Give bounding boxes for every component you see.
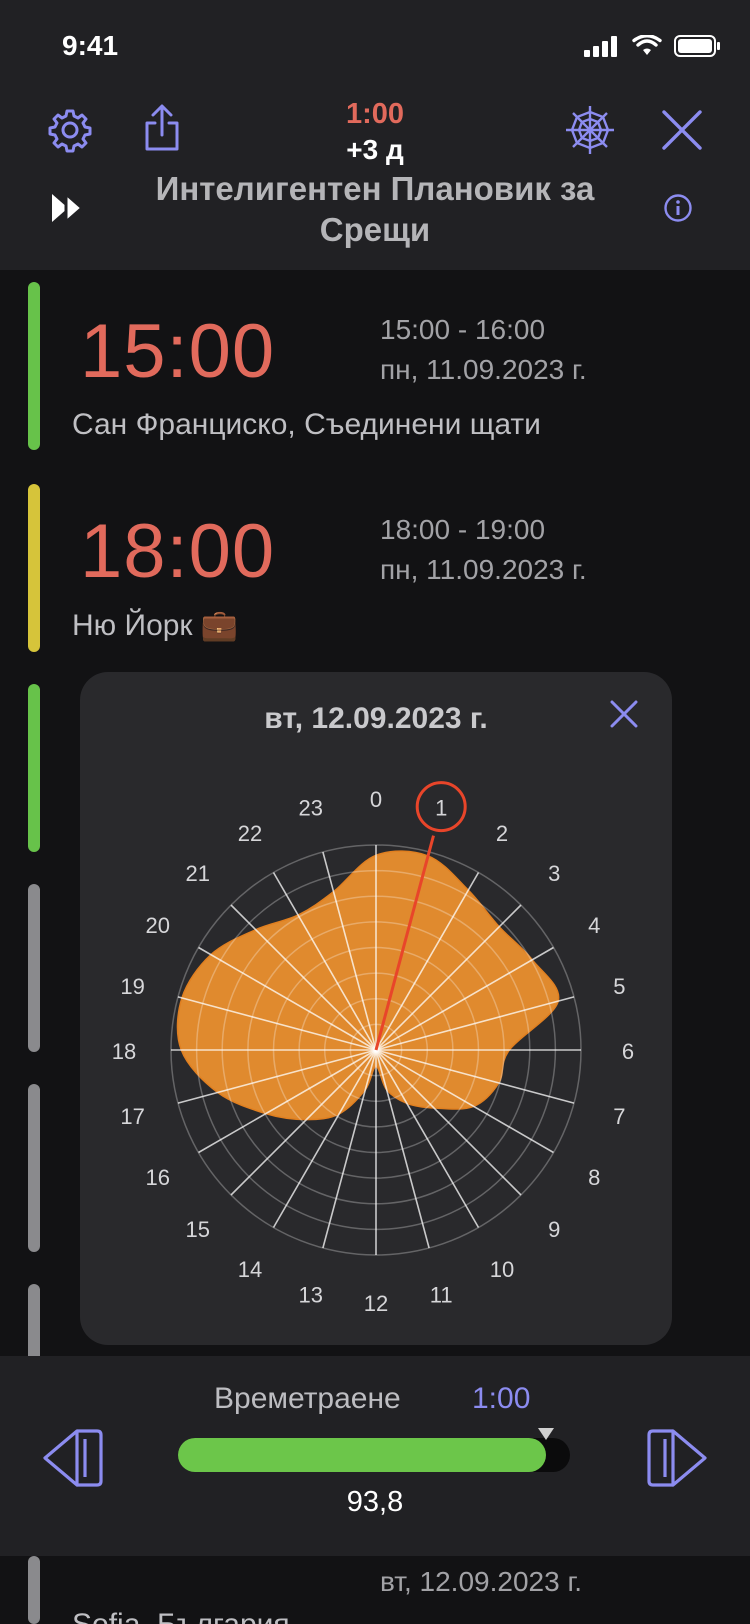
- hour-label: 15: [186, 1217, 210, 1242]
- skip-forward-icon: [643, 1425, 713, 1496]
- page-title: Интелигентен Плановик за Срещи: [155, 170, 595, 249]
- info-icon: [663, 193, 693, 228]
- meeting-color-bar: [28, 484, 40, 652]
- meeting-color-bar: [28, 884, 40, 1052]
- meeting-location: Сан Франциско, Съединени щати: [72, 408, 541, 441]
- meeting-date: пн, 11.09.2023 г.: [380, 554, 587, 585]
- hour-label: 4: [588, 913, 600, 938]
- wifi-icon: [632, 34, 662, 62]
- peek-location: Sofia, България: [72, 1608, 290, 1624]
- header: 1:00 +3 д Интелигентен Плановик за Срещи: [0, 90, 750, 270]
- skip-forward-button[interactable]: [40, 182, 96, 238]
- skip-back-icon: [37, 1425, 107, 1496]
- list-item-peek: вт, 12.09.2023 г. Sofia, България: [0, 1556, 750, 1624]
- list-item[interactable]: 18:00 18:00 - 19:00 пн, 11.09.2023 г. Ню…: [0, 470, 750, 660]
- hour-label: 21: [186, 861, 210, 886]
- hour-label: 19: [120, 974, 144, 999]
- meeting-color-bar: [28, 282, 40, 450]
- meeting-color-bar: [28, 684, 40, 852]
- header-day-offset: +3 д: [346, 134, 404, 165]
- hour-label: 3: [548, 861, 560, 886]
- meeting-time: 18:00: [80, 509, 276, 594]
- fast-forward-icon: [46, 188, 90, 233]
- hour-label: 22: [238, 821, 262, 846]
- hour-label: 8: [588, 1165, 600, 1190]
- duration-value: 1:00: [472, 1382, 531, 1415]
- day-popup: вт, 12.09.2023 г. 0 1 2 3 4 5 6 7 8 9 10 11 12 13 14 15…: [80, 672, 672, 1345]
- header-duration: 1:00: [345, 98, 405, 130]
- web-view-button[interactable]: [562, 104, 618, 160]
- duration-label: Времетраене: [214, 1382, 401, 1415]
- hour-label: 9: [548, 1217, 560, 1242]
- hour-label: 1: [435, 796, 447, 821]
- hour-label: 7: [613, 1104, 625, 1129]
- meeting-color-bar: [28, 1284, 40, 1364]
- meeting-range: 18:00 - 19:00: [380, 514, 546, 545]
- signal-icon: [584, 35, 620, 62]
- hour-label: 6: [622, 1039, 634, 1064]
- hour-label: 10: [490, 1257, 514, 1282]
- hour-label: 11: [430, 1282, 453, 1307]
- hour-label: 20: [146, 913, 170, 938]
- app-screen: 9:41 1:00 +3 д Интелигентен Плановик за …: [0, 0, 750, 1624]
- hour-label: 5: [613, 974, 625, 999]
- hour-label: 16: [146, 1165, 170, 1190]
- hour-label: 0: [370, 787, 382, 812]
- meeting-color-bar: [28, 1556, 40, 1624]
- meeting-time: 15:00: [80, 309, 276, 394]
- duration-slider[interactable]: [178, 1428, 570, 1472]
- spiderweb-icon: [564, 104, 616, 161]
- radial-hours-chart[interactable]: 0 1234567891011121314151617181920212223: [80, 672, 672, 1345]
- next-button[interactable]: [640, 1422, 716, 1498]
- hour-label: 12: [364, 1291, 388, 1316]
- hour-label: 2: [496, 821, 508, 846]
- hour-label: 13: [299, 1282, 323, 1307]
- battery-icon: [674, 34, 722, 63]
- close-button[interactable]: [654, 104, 710, 160]
- bottom-bar: Времетраене 1:00 93,8: [0, 1356, 750, 1556]
- status-bar: 9:41: [0, 0, 750, 90]
- slider-thumb[interactable]: [537, 1428, 554, 1440]
- meeting-location: Ню Йорк 💼: [72, 609, 239, 642]
- hour-label: 23: [299, 796, 323, 821]
- list-item[interactable]: 15:00 15:00 - 16:00 пн, 11.09.2023 г. Са…: [0, 270, 750, 460]
- hour-label: 14: [238, 1257, 262, 1282]
- hour-label: 17: [120, 1104, 144, 1129]
- slider-value: 93,8: [346, 1486, 404, 1518]
- status-time: 9:41: [62, 30, 119, 61]
- status-icons: [584, 34, 722, 63]
- close-icon: [660, 108, 704, 157]
- hour-label: 18: [112, 1039, 136, 1064]
- info-button[interactable]: [650, 182, 706, 238]
- meeting-date: пн, 11.09.2023 г.: [380, 354, 587, 385]
- meeting-range: 15:00 - 16:00: [380, 314, 546, 345]
- meeting-color-bar: [28, 1084, 40, 1252]
- peek-date: вт, 12.09.2023 г.: [380, 1566, 583, 1597]
- slider-fill: [178, 1438, 546, 1472]
